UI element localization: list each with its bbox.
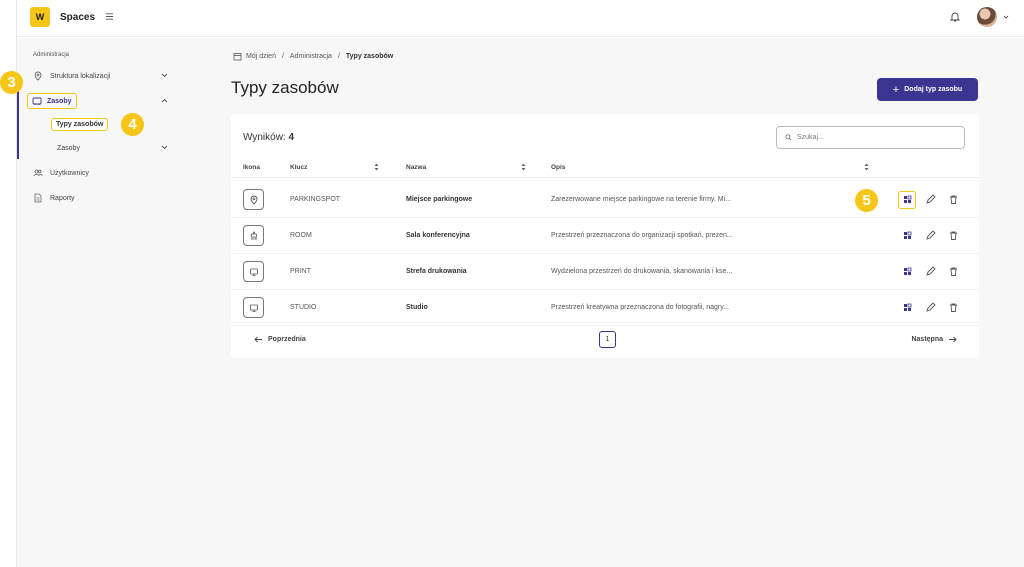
- sidebar-item-label: Struktura lokalizacji: [50, 72, 111, 80]
- row-description: Zarezerwowane miejsce parkingowe na tere…: [551, 196, 731, 203]
- chevron-down-icon[interactable]: [161, 145, 168, 150]
- monitor-icon: [243, 297, 264, 318]
- step-marker-3: 3: [0, 71, 23, 94]
- zasoby-highlight: Zasoby: [27, 93, 77, 109]
- breadcrumb: Mój dzień / Administracja / Typy zasobów: [233, 52, 393, 61]
- add-button-label: Dodaj typ zasobu: [904, 86, 963, 93]
- sidebar-item-struktura-lokalizacji[interactable]: Struktura lokalizacji: [17, 65, 185, 87]
- resources-icon[interactable]: [902, 194, 913, 205]
- edit-icon[interactable]: [925, 194, 936, 205]
- sort-icon[interactable]: [521, 163, 526, 171]
- chevron-down-icon[interactable]: [161, 73, 168, 78]
- column-header-klucz[interactable]: Klucz: [290, 164, 307, 171]
- previous-label: Poprzednia: [268, 336, 306, 343]
- row-key: STUDIO: [290, 304, 317, 311]
- row-description: Przestrzeń przeznaczona do organizacji s…: [551, 232, 733, 239]
- arrow-right-icon: [949, 336, 957, 343]
- row-name: Studio: [406, 304, 428, 311]
- pagination: Poprzednia 1 Następna: [231, 322, 979, 358]
- table-row[interactable]: ROOM Sala konferencyjna Przestrzeń przez…: [231, 218, 979, 254]
- previous-page-button[interactable]: Poprzednia: [254, 336, 306, 343]
- row-description: Przestrzeń kreatywna przeznaczona do fot…: [551, 304, 730, 311]
- sidebar-item-zasoby-sub[interactable]: Zasoby: [17, 137, 185, 159]
- results-count: Wyników: 4: [243, 132, 294, 143]
- row-key: ROOM: [290, 232, 312, 239]
- column-header-nazwa[interactable]: Nazwa: [406, 164, 426, 171]
- column-header-opis[interactable]: Opis: [551, 164, 565, 171]
- meeting-room-icon: [243, 225, 264, 246]
- results-number: 4: [288, 132, 295, 143]
- sidebar-item-typy-zasobow[interactable]: Typy zasobów: [51, 118, 109, 131]
- plus-icon: +: [892, 83, 900, 96]
- table-row[interactable]: PRINT Strefa drukowania Wydzielona przes…: [231, 254, 979, 290]
- trash-icon[interactable]: [948, 230, 959, 241]
- breadcrumb-section[interactable]: Administracja: [290, 53, 332, 60]
- row-name: Sala konferencyjna: [406, 232, 470, 239]
- edit-icon[interactable]: [925, 230, 936, 241]
- edit-icon[interactable]: [925, 266, 936, 277]
- report-icon: [34, 193, 42, 203]
- bell-icon[interactable]: [949, 11, 961, 23]
- row-description: Wydzielona przestrzeń do drukowania, ska…: [551, 268, 733, 275]
- breadcrumb-separator: /: [337, 53, 340, 60]
- search-icon: [785, 134, 792, 141]
- page-number-button[interactable]: 1: [599, 331, 616, 348]
- sidebar-item-label: Raporty: [50, 194, 75, 202]
- chevron-down-icon[interactable]: [1003, 14, 1009, 20]
- breadcrumb-separator: /: [281, 53, 284, 60]
- sidebar-item-label: Zasoby: [47, 97, 72, 105]
- resources-icon[interactable]: [902, 230, 913, 241]
- chevron-up-icon[interactable]: [161, 98, 168, 103]
- page-title: Typy zasobów: [231, 78, 339, 97]
- trash-icon[interactable]: [948, 266, 959, 277]
- location-pin-icon: [34, 71, 42, 81]
- sort-icon[interactable]: [864, 163, 869, 171]
- users-icon: [33, 169, 43, 177]
- breadcrumb-current: Typy zasobów: [345, 53, 394, 60]
- top-bar: W Spaces: [17, 0, 1024, 37]
- app-logo[interactable]: W: [30, 7, 50, 27]
- results-label: Wyników:: [243, 132, 286, 143]
- hamburger-menu-icon[interactable]: [105, 12, 114, 21]
- trash-icon[interactable]: [948, 302, 959, 313]
- resources-icon[interactable]: [902, 302, 913, 313]
- parking-icon: [243, 189, 264, 210]
- monitor-icon: [243, 261, 264, 282]
- sidebar: Administracja Struktura lokalizacji Zaso…: [17, 38, 185, 567]
- step-marker-4: 4: [121, 113, 144, 136]
- sidebar-section-label: Administracja: [33, 52, 70, 58]
- main-content: Mój dzień / Administracja / Typy zasobów…: [185, 38, 1024, 567]
- app-name: Spaces: [60, 12, 96, 23]
- resource-icon: [32, 97, 42, 105]
- edit-icon[interactable]: [925, 302, 936, 313]
- sidebar-item-label: Zasoby: [57, 144, 80, 152]
- row-key: PRINT: [290, 268, 311, 275]
- trash-icon[interactable]: [948, 194, 959, 205]
- sort-icon[interactable]: [374, 163, 379, 171]
- row-name: Strefa drukowania: [406, 268, 467, 275]
- next-label: Następna: [911, 336, 943, 343]
- sidebar-item-label: Użytkownicy: [50, 169, 89, 177]
- resources-icon[interactable]: [902, 266, 913, 277]
- resource-types-table-card: Wyników: 4 Szukaj... Ikona Klucz Nazwa O…: [231, 114, 979, 358]
- sidebar-item-uzytkownicy[interactable]: Użytkownicy: [17, 162, 185, 184]
- step-marker-5: 5: [855, 189, 878, 212]
- calendar-icon: [233, 53, 242, 61]
- table-header: Ikona Klucz Nazwa Opis: [231, 158, 979, 178]
- next-page-button[interactable]: Następna: [911, 336, 957, 343]
- search-placeholder: Szukaj...: [797, 134, 824, 141]
- search-input[interactable]: Szukaj...: [776, 126, 965, 149]
- row-key: PARKINGSPOT: [290, 196, 341, 203]
- breadcrumb-home[interactable]: Mój dzień: [246, 53, 276, 60]
- table-row[interactable]: STUDIO Studio Przestrzeń kreatywna przez…: [231, 290, 979, 326]
- column-header-ikona: Ikona: [243, 164, 260, 171]
- add-resource-type-button[interactable]: + Dodaj typ zasobu: [877, 78, 978, 101]
- sidebar-item-zasoby[interactable]: Zasoby: [17, 90, 185, 112]
- user-avatar[interactable]: [977, 7, 997, 27]
- arrow-left-icon: [254, 336, 262, 343]
- row-name: Miejsce parkingowe: [406, 196, 473, 203]
- sidebar-item-raporty[interactable]: Raporty: [17, 187, 185, 209]
